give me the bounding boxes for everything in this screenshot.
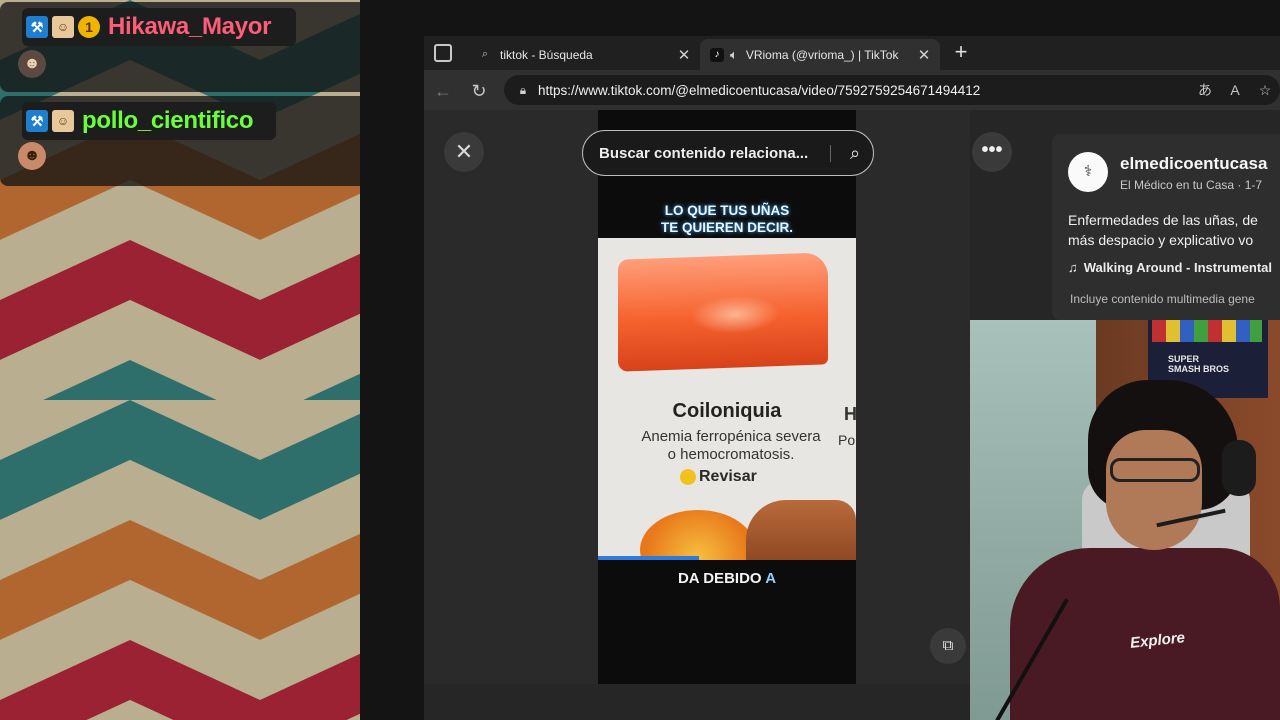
- face-emote-icon: ☻: [18, 50, 46, 78]
- tab-bar: ⌕ tiktok - Búsqueda ✕ ♪ 🔈︎ VRioma (@vrio…: [424, 36, 1280, 70]
- tab-title: tiktok - Búsqueda: [500, 47, 593, 62]
- tab-tiktok[interactable]: ♪ 🔈︎ VRioma (@vrioma_) | TikTok ✕: [700, 39, 940, 70]
- desc-line: Enfermedades de las uñas, de: [1068, 212, 1258, 228]
- music-link[interactable]: ♫ Walking Around - Instrumental: [1068, 260, 1272, 275]
- card-check: Revisar: [680, 468, 757, 486]
- account-subtitle: El Médico en tu Casa · 1-7: [1120, 178, 1263, 192]
- tiktok-icon: ♪: [710, 47, 724, 62]
- close-tab-icon[interactable]: ✕: [914, 46, 934, 64]
- moderator-badge-icon: ⚒: [26, 16, 48, 38]
- person-face: [1106, 430, 1202, 550]
- search-input[interactable]: Buscar contenido relaciona...: [583, 144, 831, 162]
- video-frame: Coiloniquia H Po Anemia ferropénica seve…: [598, 238, 856, 560]
- coin-badge-icon: 1: [78, 16, 100, 38]
- picture-in-picture-icon[interactable]: ⧉: [930, 628, 966, 664]
- search-bar[interactable]: Buscar contenido relaciona... ⌕: [582, 130, 874, 176]
- address-bar: ← ↻ 🔒︎ https://www.tiktok.com/@elmedicoe…: [424, 70, 1280, 110]
- music-title: Walking Around - Instrumental: [1083, 260, 1273, 275]
- speaker-icon[interactable]: 🔈︎: [730, 47, 738, 63]
- tab-search[interactable]: ⌕ tiktok - Búsqueda ✕: [468, 39, 700, 70]
- card-description: Anemia ferropénica severa o hemocromatos…: [616, 428, 846, 464]
- desc-line: Anemia ferropénica severa: [641, 428, 821, 445]
- account-name[interactable]: elmedicoentucasa: [1120, 154, 1267, 174]
- chat-username: Hikawa_Mayor: [108, 13, 272, 40]
- video-player[interactable]: LO QUE TUS UÑAS TE QUIEREN DECIR. Coilon…: [598, 110, 856, 684]
- headset: [1222, 440, 1256, 496]
- chat-username-tag: ⚒ ☺ 1 Hikawa_Mayor: [22, 8, 296, 46]
- video-bottom-caption: DA DEBIDO A: [598, 570, 856, 587]
- video-info-panel: ⚕ elmedicoentucasa El Médico en tu Casa …: [1052, 134, 1280, 320]
- orange-fruit-image: [640, 510, 756, 560]
- bottom-caption-accent: A: [765, 570, 777, 587]
- face-badge-icon: ☺: [52, 110, 74, 132]
- url-field[interactable]: 🔒︎ https://www.tiktok.com/@elmedicoentuc…: [504, 75, 1280, 105]
- face-badge-icon: ☺: [52, 16, 74, 38]
- chat-overlay: ⚒ ☺ 1 Hikawa_Mayor ☻ ⚒ ☺ pollo_cientific…: [0, 0, 470, 186]
- read-aloud-icon[interactable]: A: [1220, 82, 1250, 98]
- moderator-badge-icon: ⚒: [26, 110, 48, 132]
- tab-actions-icon[interactable]: [434, 44, 452, 62]
- card-title: Coiloniquia: [672, 400, 782, 422]
- poster-line: SMASH BROS: [1168, 364, 1230, 374]
- content-disclosure: Incluye contenido multimedia gene: [1070, 292, 1255, 306]
- tab-title: VRioma (@vrioma_) | TikTok: [745, 47, 899, 62]
- back-arrow-icon[interactable]: ←: [432, 80, 454, 102]
- glasses: [1110, 458, 1200, 482]
- side-card-title: H: [844, 404, 856, 424]
- desc-line: más despacio y explicativo vo: [1068, 232, 1254, 248]
- video-description: Enfermedades de las uñas, de más despaci…: [1068, 210, 1280, 250]
- reload-icon[interactable]: ↻: [468, 80, 490, 102]
- translate-icon[interactable]: あ: [1190, 80, 1220, 100]
- video-progress-bar[interactable]: [598, 556, 699, 560]
- poster-line: SUPER: [1168, 354, 1200, 364]
- check-label: Revisar: [699, 468, 757, 485]
- avatar[interactable]: ⚕: [1068, 152, 1108, 192]
- poster-text: SUPER SMASH BROS: [1168, 354, 1229, 374]
- chat-username-tag: ⚒ ☺ pollo_cientifico: [22, 102, 276, 140]
- chat-username: pollo_cientifico: [82, 107, 254, 134]
- search-icon[interactable]: ⌕: [837, 143, 873, 164]
- new-tab-button[interactable]: +: [950, 41, 972, 64]
- lock-icon[interactable]: 🔒︎: [508, 83, 538, 98]
- url-text: https://www.tiktok.com/@elmedicoentucasa…: [538, 82, 981, 98]
- face-emote-icon: ☻: [18, 142, 46, 170]
- caption-line: TE QUIEREN DECIR.: [660, 220, 793, 235]
- favorite-star-icon[interactable]: ☆: [1250, 82, 1280, 99]
- video-top-caption: LO QUE TUS UÑAS TE QUIEREN DECIR.: [598, 202, 856, 236]
- close-button[interactable]: ✕: [444, 132, 484, 172]
- yellow-dot-icon: [680, 469, 696, 485]
- finger-image: [746, 500, 856, 560]
- webcam-overlay: SUPER SMASH BROS Explore: [970, 320, 1280, 720]
- search-icon: ⌕: [481, 48, 489, 60]
- poster-strip: [1152, 320, 1262, 342]
- music-note-icon: ♫: [1068, 260, 1078, 275]
- bottom-caption-text: DA DEBIDO: [677, 570, 762, 587]
- caption-line: LO QUE TUS UÑAS: [664, 203, 790, 218]
- nail-image: [618, 252, 828, 372]
- desc-line: o hemocromatosis.: [667, 446, 795, 463]
- more-options-icon[interactable]: •••: [972, 132, 1012, 172]
- close-tab-icon[interactable]: ✕: [674, 46, 694, 64]
